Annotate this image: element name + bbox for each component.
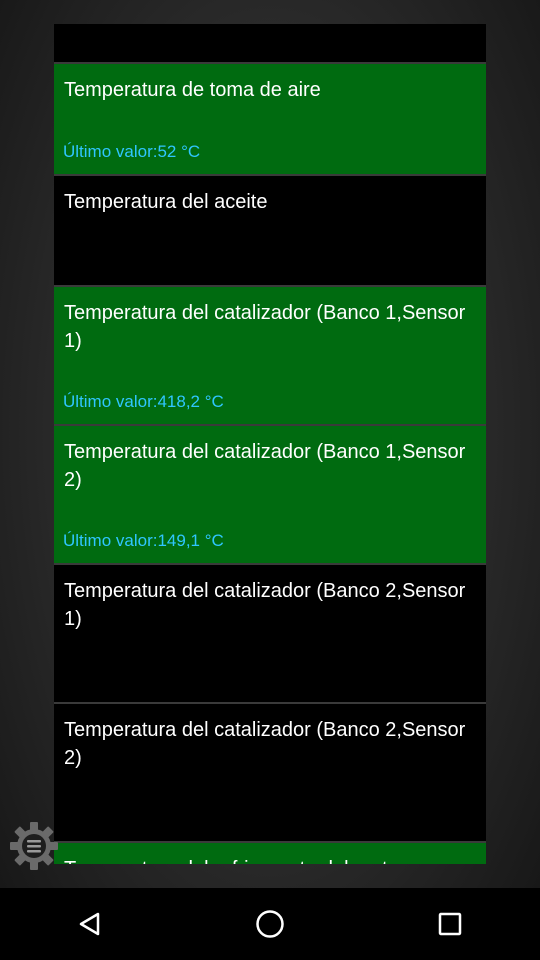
sensor-name: Temperatura del catalizador (Banco 2,Sen…	[64, 719, 466, 769]
navigation-bar	[0, 888, 540, 960]
home-circle-icon[interactable]	[240, 894, 300, 954]
list-header	[54, 24, 486, 62]
sensor-name: Temperatura del catalizador (Banco 1,Sen…	[64, 441, 466, 491]
sensor-name: Temperatura de toma de aire	[64, 79, 321, 101]
sensor-list: Temperatura de toma de aire Último valor…	[54, 24, 486, 864]
sensor-name: Temperatura del aceite	[64, 191, 268, 213]
back-triangle-icon[interactable]	[60, 894, 120, 954]
gear-icon[interactable]	[8, 820, 60, 872]
list-item-coolant-temp[interactable]: Temperatura del refrigerante del motor	[54, 841, 486, 864]
sensor-name: Temperatura del catalizador (Banco 1,Sen…	[64, 302, 466, 352]
list-item-cat-b1s2[interactable]: Temperatura del catalizador (Banco 1,Sen…	[54, 424, 486, 563]
list-item-intake-air-temp[interactable]: Temperatura de toma de aire Último valor…	[54, 62, 486, 174]
sensor-name: Temperatura del catalizador (Banco 2,Sen…	[64, 580, 466, 630]
sensor-last-value: Último valor:52 °C	[63, 142, 201, 161]
sensor-last-value: Último valor:418,2 °C	[63, 392, 224, 411]
sensor-last-value: Último valor:149,1 °C	[63, 531, 224, 550]
list-item-oil-temp[interactable]: Temperatura del aceite	[54, 174, 486, 285]
list-item-cat-b2s1[interactable]: Temperatura del catalizador (Banco 2,Sen…	[54, 563, 486, 702]
sensor-name: Temperatura del refrigerante del motor	[64, 843, 476, 864]
list-item-cat-b1s1[interactable]: Temperatura del catalizador (Banco 1,Sen…	[54, 285, 486, 424]
recents-square-icon[interactable]	[420, 894, 480, 954]
list-item-cat-b2s2[interactable]: Temperatura del catalizador (Banco 2,Sen…	[54, 702, 486, 841]
